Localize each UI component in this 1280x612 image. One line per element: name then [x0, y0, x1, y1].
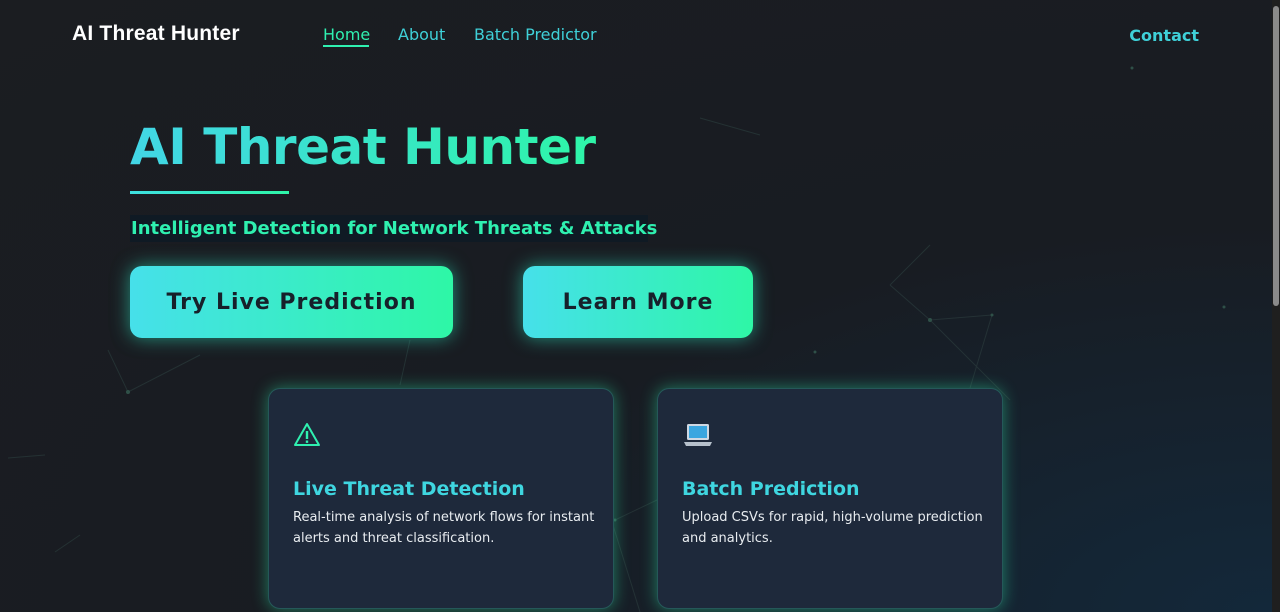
feature-card-batch-prediction[interactable]: Batch Prediction Upload CSVs for rapid, … — [657, 388, 1003, 609]
navbar: AI Threat Hunter Home About Batch Predic… — [0, 0, 1272, 70]
card-title: Live Threat Detection — [293, 478, 525, 500]
nav-link-contact[interactable]: Contact — [1129, 26, 1199, 45]
card-description: Upload CSVs for rapid, high-volume predi… — [682, 510, 983, 546]
scrollbar-thumb[interactable] — [1273, 6, 1279, 306]
feature-card-live-detection[interactable]: Live Threat Detection Real-time analysis… — [268, 388, 614, 609]
hero-title: AI Threat Hunter — [130, 118, 596, 176]
hero-subtitle: Intelligent Detection for Network Threat… — [130, 215, 657, 242]
brand-logo[interactable]: AI Threat Hunter — [72, 22, 240, 46]
card-description: Real-time analysis of network flows for … — [293, 510, 595, 546]
nav-link-batch-predictor[interactable]: Batch Predictor — [474, 25, 597, 44]
warning-icon — [294, 423, 320, 446]
laptop-icon — [684, 424, 712, 446]
card-title: Batch Prediction — [682, 478, 860, 500]
hero-underline — [130, 191, 289, 194]
nav-link-about[interactable]: About — [398, 25, 445, 44]
try-live-prediction-button[interactable]: Try Live Prediction — [130, 266, 453, 338]
page: AI Threat Hunter Home About Batch Predic… — [0, 0, 1272, 612]
learn-more-button[interactable]: Learn More — [523, 266, 753, 338]
scrollbar[interactable] — [1272, 0, 1280, 612]
nav-link-home[interactable]: Home — [323, 25, 370, 44]
active-nav-underline — [323, 45, 369, 47]
